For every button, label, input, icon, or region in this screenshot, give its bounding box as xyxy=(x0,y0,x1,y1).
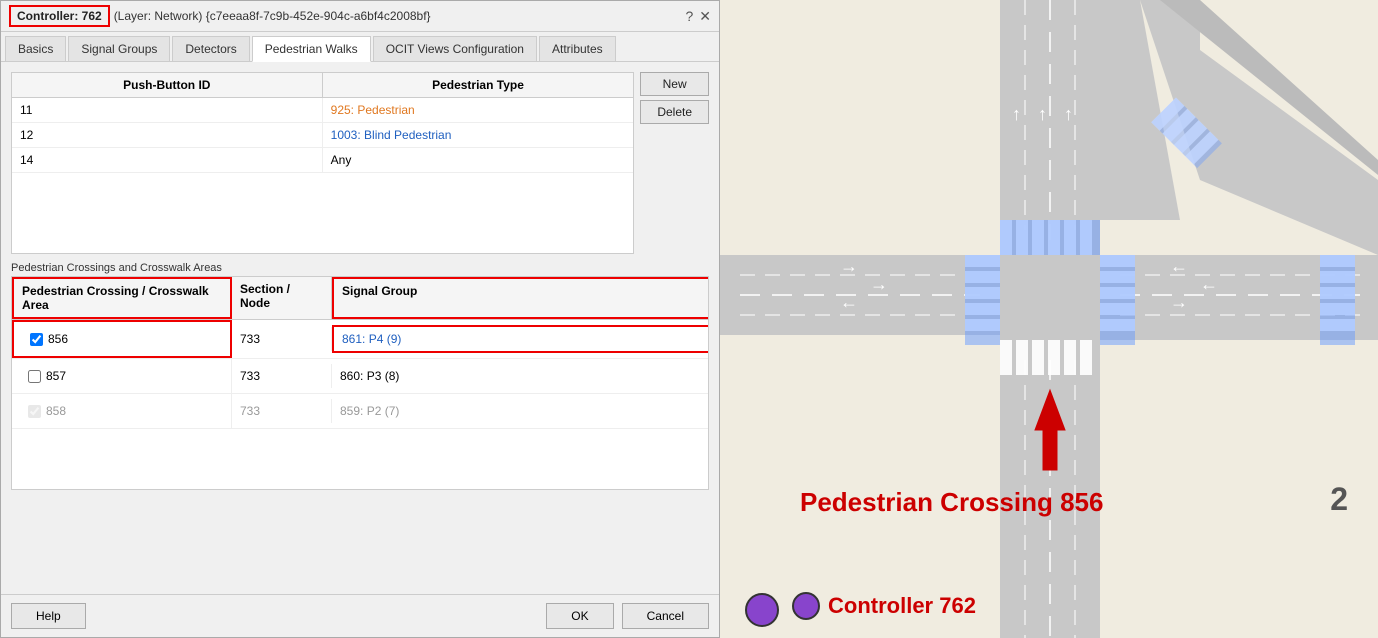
push-button-section: Push-Button ID Pedestrian Type 11 925: P… xyxy=(11,72,709,254)
help-icon[interactable]: ? xyxy=(685,8,693,25)
svg-text:↑: ↑ xyxy=(1012,104,1021,124)
pedestrian-type-cell: 1003: Blind Pedestrian xyxy=(323,123,634,147)
checkbox-label-858[interactable]: 858 xyxy=(20,399,223,423)
delete-button[interactable]: Delete xyxy=(640,100,709,124)
push-button-id-header: Push-Button ID xyxy=(12,73,323,97)
controller-dot xyxy=(792,592,820,620)
map-panel: → → ← ← ← → ↑ ↑ ↑ Pedestrian Crossing 85… xyxy=(720,0,1378,638)
pedestrian-type-cell: Any xyxy=(323,148,634,172)
crossing-area-cell: 858 xyxy=(12,394,232,428)
checkbox-858[interactable] xyxy=(28,405,41,418)
section-node-header: Section / Node xyxy=(232,277,332,319)
push-button-id-cell: 14 xyxy=(12,148,323,172)
crossings-label: Pedestrian Crossings and Crosswalk Areas xyxy=(11,262,709,274)
svg-text:←: ← xyxy=(1200,274,1218,294)
tab-pedestrian-walks[interactable]: Pedestrian Walks xyxy=(252,36,371,62)
tab-signal-groups[interactable]: Signal Groups xyxy=(68,36,170,61)
crossing-id-857: 857 xyxy=(46,369,66,383)
section-cell-857: 733 xyxy=(232,364,332,388)
table-row[interactable]: 14 Any xyxy=(12,148,633,173)
push-button-id-cell: 11 xyxy=(12,98,323,122)
map-svg: → → ← ← ← → ↑ ↑ ↑ xyxy=(720,0,1378,638)
tabs-bar: Basics Signal Groups Detectors Pedestria… xyxy=(1,32,719,62)
cancel-button[interactable]: Cancel xyxy=(622,603,709,629)
crossings-row-857[interactable]: 857 733 860: P3 (8) xyxy=(12,359,708,394)
pedestrian-type-cell: 925: Pedestrian xyxy=(323,98,634,122)
svg-text:→: → xyxy=(840,256,858,276)
pedestrian-annotation: Pedestrian Crossing 856 xyxy=(800,487,1103,518)
empty-space xyxy=(12,173,633,253)
checkbox-label-856[interactable]: 856 xyxy=(22,327,222,351)
ok-button[interactable]: OK xyxy=(546,603,613,629)
crossing-area-header: Pedestrian Crossing / Crosswalk Area xyxy=(12,277,232,319)
table-row[interactable]: 12 1003: Blind Pedestrian xyxy=(12,123,633,148)
svg-text:→: → xyxy=(1170,292,1188,312)
svg-text:→: → xyxy=(870,274,888,294)
close-icon[interactable]: ✕ xyxy=(699,8,711,25)
pedestrian-type-value: 1003: Blind Pedestrian xyxy=(331,128,452,142)
crossings-table: Pedestrian Crossing / Crosswalk Area Sec… xyxy=(11,276,709,490)
push-button-header: Push-Button ID Pedestrian Type xyxy=(12,73,633,98)
signal-group-value-856: 861: P4 (9) xyxy=(342,332,401,346)
push-button-id-cell: 12 xyxy=(12,123,323,147)
title-bar: Controller: 762 (Layer: Network) {c7eeaa… xyxy=(1,1,719,32)
pedestrian-type-header: Pedestrian Type xyxy=(323,73,634,97)
section-cell-856: 733 xyxy=(232,327,332,351)
svg-text:←: ← xyxy=(840,292,858,312)
title-bar-right: ? ✕ xyxy=(685,8,711,25)
tab-detectors[interactable]: Detectors xyxy=(172,36,249,61)
crossing-area-cell: 856 xyxy=(12,320,232,358)
help-button[interactable]: Help xyxy=(11,603,86,629)
crossings-section: Pedestrian Crossings and Crosswalk Areas… xyxy=(11,262,709,490)
push-button-table: Push-Button ID Pedestrian Type 11 925: P… xyxy=(11,72,634,254)
crossing-area-cell: 857 xyxy=(12,359,232,393)
controller-badge: Controller: 762 xyxy=(9,5,110,27)
crossing-id-858: 858 xyxy=(46,404,66,418)
tab-ocit-views[interactable]: OCIT Views Configuration xyxy=(373,36,537,61)
svg-text:↑: ↑ xyxy=(1038,104,1047,124)
section-cell-858: 733 xyxy=(232,399,332,423)
empty-rows xyxy=(12,429,708,489)
title-bar-left: Controller: 762 (Layer: Network) {c7eeaa… xyxy=(9,5,431,27)
new-button[interactable]: New xyxy=(640,72,709,96)
signal-group-header: Signal Group xyxy=(332,277,708,319)
crossings-row-856[interactable]: 856 733 861: P4 (9) xyxy=(12,320,708,359)
footer-right-buttons: OK Cancel xyxy=(546,603,709,629)
checkbox-label-857[interactable]: 857 xyxy=(20,364,223,388)
dialog-footer: Help OK Cancel xyxy=(1,594,719,637)
crossings-row-858[interactable]: 858 733 859: P2 (7) xyxy=(12,394,708,429)
title-subtitle: (Layer: Network) {c7eeaa8f-7c9b-452e-904… xyxy=(114,9,431,23)
checkbox-856[interactable] xyxy=(30,333,43,346)
number-annotation: 2 xyxy=(1330,481,1348,518)
svg-text:↑: ↑ xyxy=(1064,104,1073,124)
checkbox-857[interactable] xyxy=(28,370,41,383)
crossings-header: Pedestrian Crossing / Crosswalk Area Sec… xyxy=(12,277,708,320)
signal-group-cell-857: 860: P3 (8) xyxy=(332,364,708,388)
controller-annotation: Controller 762 xyxy=(828,593,976,619)
pedestrian-type-value: 925: Pedestrian xyxy=(331,103,415,117)
tab-basics[interactable]: Basics xyxy=(5,36,66,61)
table-row[interactable]: 11 925: Pedestrian xyxy=(12,98,633,123)
svg-text:←: ← xyxy=(1170,256,1188,276)
tab-attributes[interactable]: Attributes xyxy=(539,36,616,61)
signal-group-cell-858: 859: P2 (7) xyxy=(332,399,708,423)
crossing-id-856: 856 xyxy=(48,332,68,346)
side-buttons: New Delete xyxy=(640,72,709,254)
left-panel: Controller: 762 (Layer: Network) {c7eeaa… xyxy=(0,0,720,638)
signal-group-cell-856: 861: P4 (9) xyxy=(332,325,708,353)
tab-content: Push-Button ID Pedestrian Type 11 925: P… xyxy=(1,62,719,594)
